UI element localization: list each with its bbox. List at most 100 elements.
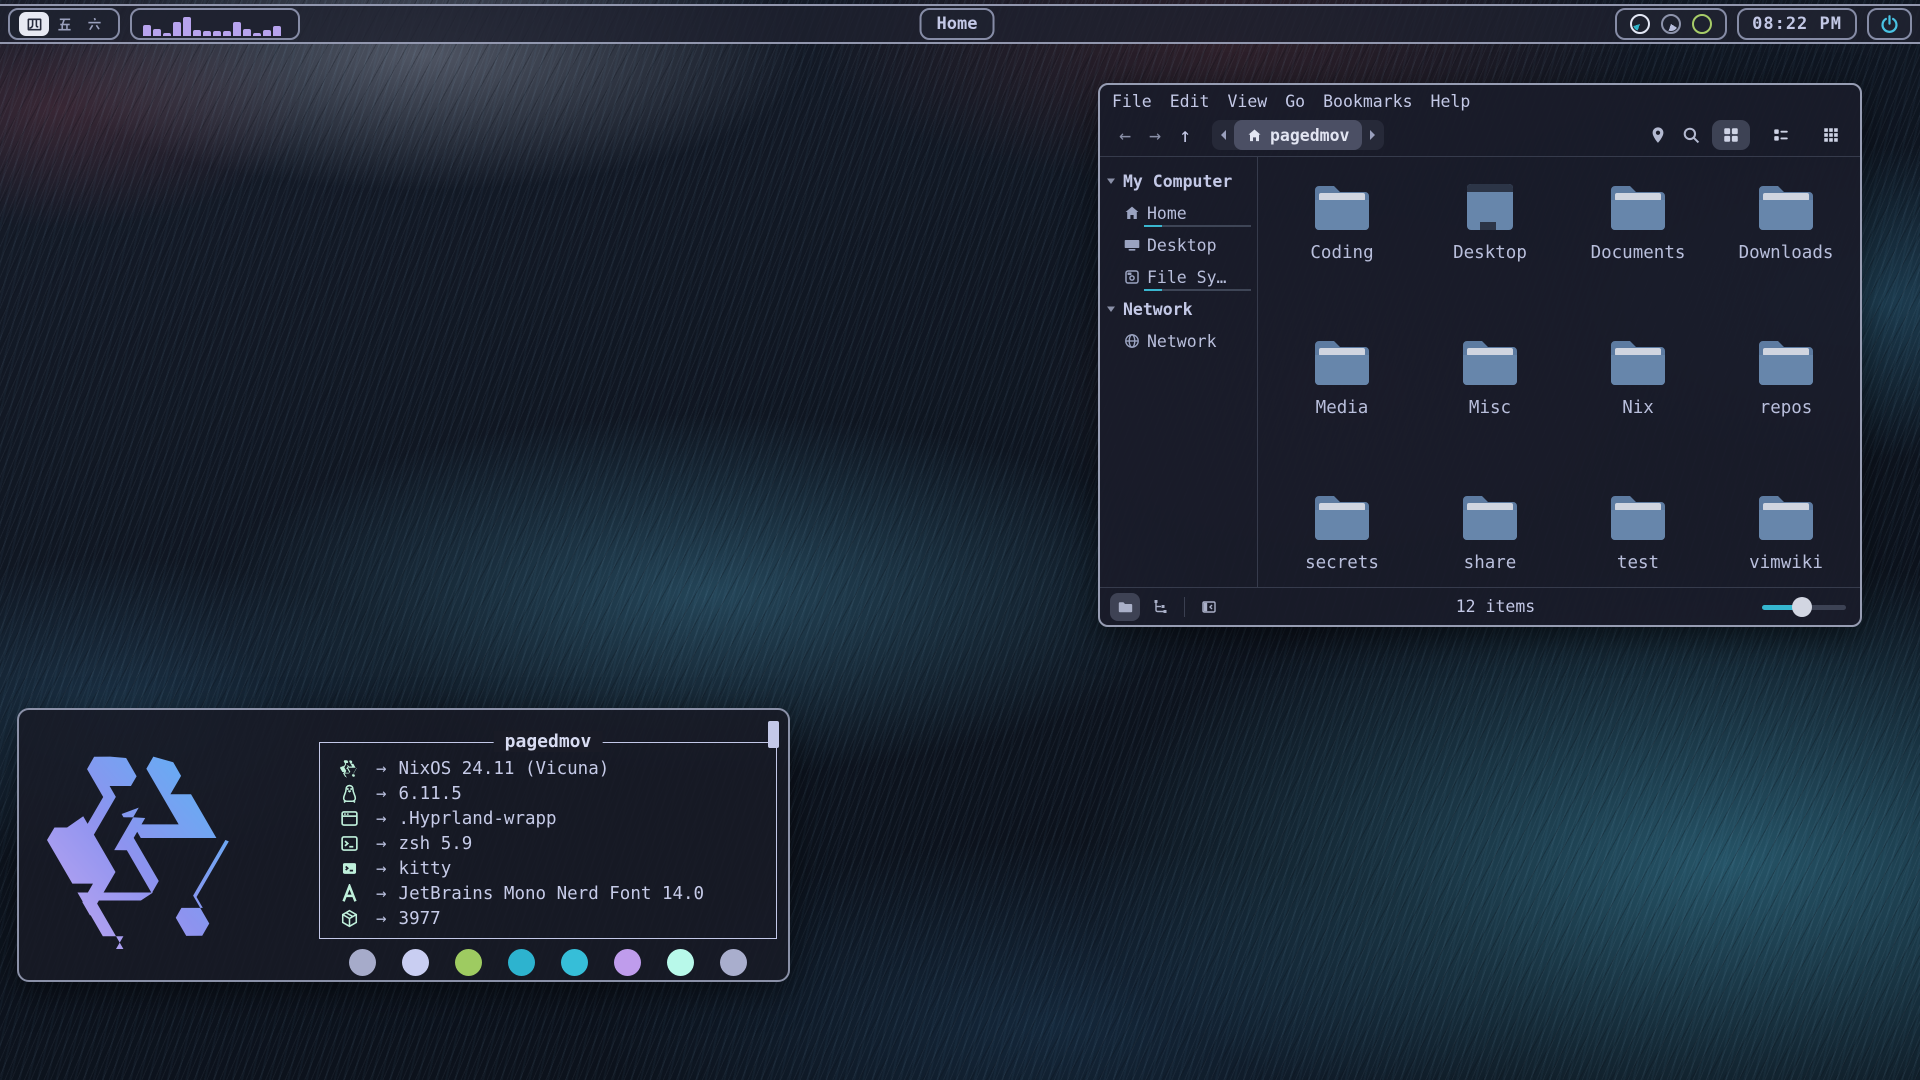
folder-item[interactable]: Downloads xyxy=(1712,179,1860,334)
chevron-left-icon xyxy=(1219,129,1227,141)
system-gauges xyxy=(1615,8,1727,40)
arrow-glyph: → xyxy=(376,784,387,804)
folder-item[interactable]: repos xyxy=(1712,334,1860,489)
folder-label: test xyxy=(1617,553,1659,573)
home-icon xyxy=(1247,128,1262,143)
menu-item[interactable]: Edit xyxy=(1168,92,1212,111)
forward-button[interactable]: → xyxy=(1140,123,1170,147)
sidebar-item[interactable]: File Sy… xyxy=(1100,261,1257,293)
fetch-row-icon xyxy=(340,909,362,929)
active-window-title[interactable]: Home xyxy=(920,8,995,40)
search-icon[interactable] xyxy=(1682,126,1700,144)
fastfetch-rows: → NixOS 24.11 (Vicuna) → 6.11.5 xyxy=(320,743,776,931)
visualizer-bar xyxy=(203,31,211,36)
gauge-wedge xyxy=(1695,17,1709,31)
arrow-glyph: → xyxy=(376,809,387,829)
location-pin-icon[interactable] xyxy=(1649,126,1667,144)
bar-left-modules xyxy=(8,8,300,40)
folder-icon xyxy=(1458,334,1522,390)
toggle-sidepane-button[interactable] xyxy=(1194,593,1224,621)
folder-item[interactable]: Documents xyxy=(1564,179,1712,334)
visualizer-bar xyxy=(183,17,191,36)
folder-label: Documents xyxy=(1591,243,1686,263)
package-icon xyxy=(340,909,359,928)
clock[interactable]: 08:22 PM xyxy=(1737,8,1857,40)
fetch-row-icon xyxy=(340,809,362,829)
menu-item[interactable]: Help xyxy=(1429,92,1473,111)
visualizer-bar xyxy=(243,29,251,36)
sidebar-item[interactable]: My Computer xyxy=(1100,165,1257,197)
top-bar: Home 08:22 PM xyxy=(0,4,1920,44)
sidebar-item[interactable]: Network xyxy=(1100,325,1257,357)
compact-view-button[interactable] xyxy=(1812,120,1850,150)
visualizer-bar xyxy=(223,31,231,36)
caret-down-icon xyxy=(1106,304,1116,314)
palette-dot xyxy=(720,949,747,976)
workspace-six-icon xyxy=(86,16,103,33)
gauge-wedge xyxy=(1633,17,1647,31)
menu-item[interactable]: View xyxy=(1226,92,1270,111)
folder-icon xyxy=(1458,489,1522,545)
folder-icon xyxy=(1117,599,1133,615)
places-pane-button[interactable] xyxy=(1110,593,1140,621)
power-button[interactable] xyxy=(1867,8,1912,40)
visualizer-bar xyxy=(163,33,171,36)
sidebar-item-label: Home xyxy=(1147,204,1187,223)
fastfetch-panel: pagedmov → NixOS 24.11 (Vicuna) xyxy=(319,742,777,939)
list-view-button[interactable] xyxy=(1762,120,1800,150)
sidebar-item[interactable]: Network xyxy=(1100,293,1257,325)
workspace-button[interactable] xyxy=(49,12,79,36)
path-segment-current[interactable]: pagedmov xyxy=(1234,120,1362,150)
folder-label: repos xyxy=(1760,398,1813,418)
visualizer-bars xyxy=(141,12,289,36)
sidebar-item[interactable]: Desktop xyxy=(1100,229,1257,261)
tree-icon xyxy=(1152,599,1168,615)
visualizer-bar xyxy=(143,25,151,36)
path-scroll-left[interactable] xyxy=(1212,120,1234,150)
back-button[interactable]: ← xyxy=(1110,123,1140,147)
folder-label: vimwiki xyxy=(1749,553,1823,573)
tux-penguin-icon xyxy=(340,784,359,803)
desktop-wallpaper: { "topbar": { "workspaces": [ { "label":… xyxy=(0,0,1920,1080)
folder-item[interactable]: Media xyxy=(1268,334,1416,489)
sidebar-item-label: Network xyxy=(1123,300,1193,319)
chevron-right-icon xyxy=(1369,129,1377,141)
places-sidebar: My Computer Home Des xyxy=(1100,157,1258,587)
menu-item[interactable]: Bookmarks xyxy=(1321,92,1414,111)
palette-dot xyxy=(614,949,641,976)
filesystem-icon xyxy=(1124,269,1140,285)
folder-item[interactable]: Coding xyxy=(1268,179,1416,334)
icon-view-button[interactable] xyxy=(1712,120,1750,150)
folder-item[interactable]: Nix xyxy=(1564,334,1712,489)
terminal-cursor xyxy=(768,721,779,748)
zoom-slider[interactable] xyxy=(1762,597,1846,617)
menu-item[interactable]: Go xyxy=(1283,92,1307,111)
folder-grid: Coding Desktop Documents Down xyxy=(1258,157,1860,587)
folder-label: Coding xyxy=(1310,243,1373,263)
path-scroll-right[interactable] xyxy=(1362,120,1384,150)
shell-icon xyxy=(340,834,359,853)
visualizer-bar xyxy=(193,30,201,36)
font-icon xyxy=(340,884,359,903)
up-button[interactable]: ↑ xyxy=(1170,123,1200,147)
workspace-button[interactable] xyxy=(19,12,49,36)
visualizer-bar xyxy=(213,31,221,36)
palette-dot xyxy=(402,949,429,976)
zoom-slider-knob[interactable] xyxy=(1792,597,1812,617)
menu-item[interactable]: File xyxy=(1110,92,1154,111)
fetch-row: → kitty xyxy=(340,856,776,881)
compact-view-icon xyxy=(1822,126,1840,144)
palette-dot xyxy=(508,949,535,976)
folder-icon xyxy=(1606,489,1670,545)
folder-label: secrets xyxy=(1305,553,1379,573)
folder-item[interactable]: Desktop xyxy=(1416,179,1564,334)
workspace-five-icon xyxy=(56,16,73,33)
terminal-window: pagedmov → NixOS 24.11 (Vicuna) xyxy=(17,708,790,982)
sidebar-item[interactable]: Home xyxy=(1100,197,1257,229)
status-bar: 12 items xyxy=(1100,587,1860,625)
tree-pane-button[interactable] xyxy=(1145,593,1175,621)
folder-item[interactable]: Misc xyxy=(1416,334,1564,489)
network-icon xyxy=(1124,333,1140,349)
workspace-button[interactable] xyxy=(79,12,109,36)
visualizer-bar xyxy=(253,33,261,36)
